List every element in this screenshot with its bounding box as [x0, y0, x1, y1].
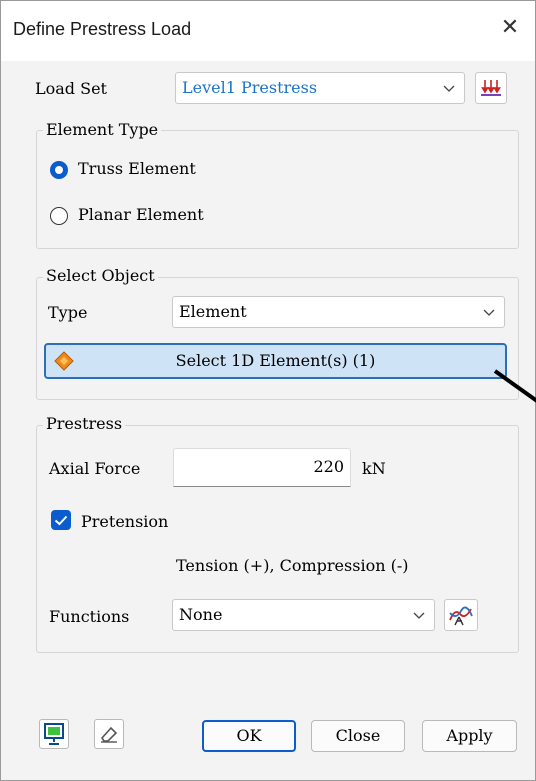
function-graph-icon — [449, 606, 473, 626]
type-value: Element — [179, 302, 247, 321]
functions-dropdown[interactable]: None — [172, 599, 435, 631]
annotation-arrow-line — [493, 369, 536, 403]
element-type-group — [36, 130, 519, 249]
functions-label: Functions — [49, 607, 130, 626]
define-prestress-load-dialog: Define Prestress Load ✕ Load Set Level1 … — [0, 0, 536, 781]
type-dropdown[interactable]: Element — [172, 296, 505, 328]
title-bar: Define Prestress Load ✕ — [1, 1, 535, 61]
apply-button[interactable]: Apply — [422, 720, 517, 752]
function-editor-button[interactable] — [444, 599, 478, 631]
monitor-icon — [44, 723, 64, 745]
dialog-title: Define Prestress Load — [13, 19, 192, 39]
sign-convention-note: Tension (+), Compression (-) — [176, 556, 409, 575]
axial-force-label: Axial Force — [49, 459, 141, 478]
axial-force-unit: kN — [362, 459, 386, 478]
select-elements-button[interactable]: Select 1D Element(s) (1) — [44, 343, 507, 379]
chevron-down-icon — [413, 612, 425, 619]
prestress-title: Prestress — [43, 414, 126, 433]
clear-button[interactable] — [94, 719, 124, 749]
model-view-button[interactable] — [39, 719, 69, 749]
ok-button[interactable]: OK — [202, 720, 296, 752]
select-elements-label: Select 1D Element(s) (1) — [175, 351, 376, 370]
pretension-label[interactable]: Pretension — [81, 512, 168, 531]
type-label: Type — [48, 303, 88, 322]
chevron-down-icon — [483, 309, 495, 316]
load-set-dropdown[interactable]: Level1 Prestress — [175, 72, 465, 104]
truss-element-radio[interactable] — [50, 161, 68, 179]
load-set-value: Level1 Prestress — [182, 78, 318, 97]
axial-force-input[interactable]: 220 — [173, 448, 351, 487]
chevron-down-icon — [443, 85, 455, 92]
truss-element-label[interactable]: Truss Element — [78, 159, 196, 178]
axial-force-value: 220 — [313, 457, 344, 476]
pretension-checkbox[interactable] — [51, 510, 71, 530]
element-type-title: Element Type — [43, 120, 162, 139]
load-set-manager-icon — [481, 80, 501, 96]
load-set-manager-button[interactable] — [475, 72, 507, 104]
select-object-title: Select Object — [43, 266, 158, 285]
checkmark-icon — [54, 515, 68, 526]
eraser-icon — [100, 726, 118, 743]
planar-element-radio[interactable] — [50, 207, 68, 225]
functions-value: None — [179, 605, 223, 624]
close-button[interactable]: Close — [311, 720, 405, 752]
planar-element-label[interactable]: Planar Element — [78, 205, 204, 224]
close-icon[interactable]: ✕ — [495, 13, 525, 43]
load-set-label: Load Set — [35, 79, 107, 98]
